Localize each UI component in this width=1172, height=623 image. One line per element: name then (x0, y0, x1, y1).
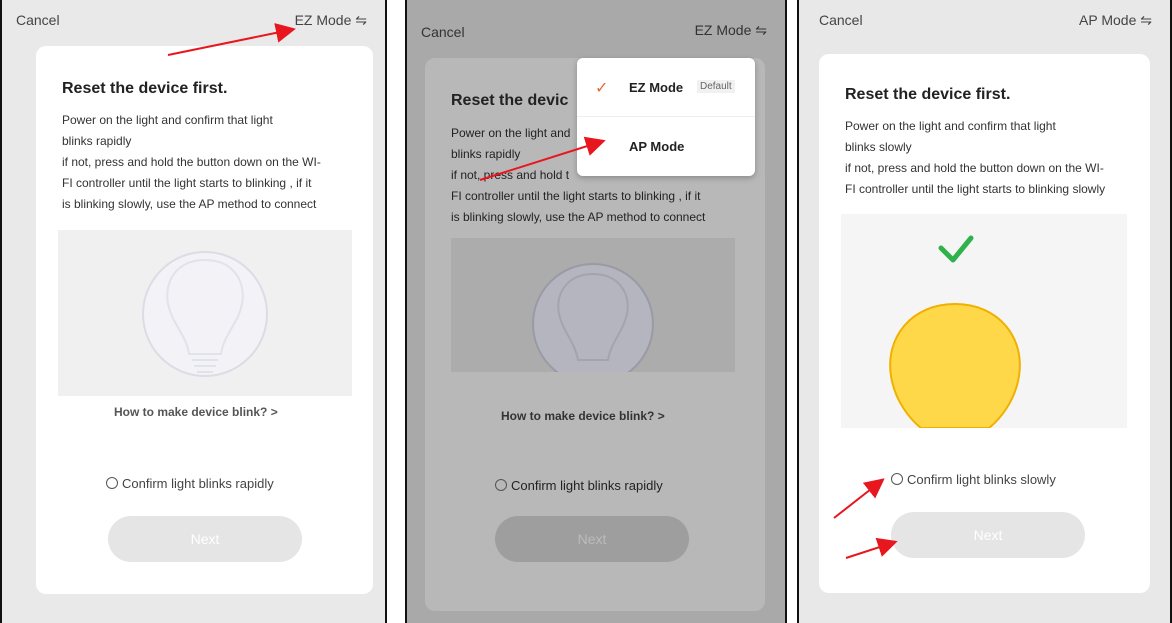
mode-switch-button[interactable]: AP Mode ⇋ (1079, 12, 1152, 29)
bulb-illustration (58, 230, 352, 396)
instructions: Power on the light and confirm that ligh… (845, 116, 1145, 200)
instruction-line: FI controller until the light starts to … (845, 182, 1106, 196)
radio-icon[interactable] (495, 479, 507, 491)
check-icon: ✓ (595, 80, 609, 97)
radio-icon[interactable] (106, 477, 118, 489)
mode-switch-button[interactable]: EZ Mode ⇋ (695, 22, 767, 39)
page-title: Reset the device first. (62, 80, 228, 97)
instruction-line: Power on the light and confirm that ligh… (62, 113, 273, 127)
instruction-line: if not, press and hold the button down o… (62, 155, 321, 169)
bulb-glow-icon (889, 302, 1021, 429)
bulb-illustration (451, 238, 735, 385)
confirm-radio[interactable]: Confirm light blinks rapidly (495, 478, 663, 493)
confirm-label: Confirm light blinks rapidly (122, 476, 274, 491)
radio-icon[interactable] (891, 473, 903, 485)
instruction-line: if not, press and hold the button down o… (845, 161, 1104, 175)
top-bar: Cancel EZ Mode ⇋ (407, 0, 785, 44)
reset-card: Reset the device first. Power on the lig… (36, 46, 373, 594)
instructions: Power on the light and confirm that ligh… (62, 110, 362, 215)
instruction-line: Power on the light and confirm that ligh… (845, 119, 1056, 133)
how-to-blink-link[interactable]: How to make device blink? > (501, 409, 665, 423)
instruction-line: blinks rapidly (62, 134, 132, 148)
menu-item-ap-mode[interactable]: AP Mode (577, 117, 755, 175)
screen-ap-mode: Cancel AP Mode ⇋ Reset the device first.… (797, 0, 1172, 623)
confirm-radio[interactable]: Confirm light blinks slowly (891, 472, 1056, 487)
reset-card: Reset the device first. Power on the lig… (819, 54, 1150, 593)
menu-item-label: AP Mode (629, 139, 685, 154)
check-icon (938, 235, 974, 263)
screen-ez-mode: Cancel EZ Mode ⇋ Reset the device first.… (0, 0, 387, 623)
instruction-line: FI controller until the light starts to … (62, 176, 312, 190)
menu-item-label: EZ Mode (629, 80, 684, 95)
instruction-line: blinks slowly (845, 140, 912, 154)
bulb-illustration (841, 214, 1127, 429)
bulb-outline-icon (532, 263, 654, 385)
top-bar: Cancel AP Mode ⇋ (799, 0, 1170, 44)
cancel-button[interactable]: Cancel (819, 12, 863, 28)
instruction-line: is blinking slowly, use the AP method to… (451, 210, 706, 224)
menu-item-ez-mode[interactable]: ✓ EZ Mode Default (577, 58, 755, 117)
top-bar: Cancel EZ Mode ⇋ (2, 0, 385, 44)
next-button[interactable]: Next (495, 516, 689, 562)
screen-mode-dropdown: Cancel EZ Mode ⇋ Reset the devic Power o… (405, 0, 787, 623)
mode-dropdown-menu: ✓ EZ Mode Default AP Mode (577, 58, 755, 176)
cancel-button[interactable]: Cancel (421, 24, 465, 40)
mode-switch-button[interactable]: EZ Mode ⇋ (295, 12, 367, 29)
page-title: Reset the devic (451, 92, 569, 109)
default-badge: Default (697, 80, 735, 93)
lit-bulb-icon (889, 235, 1021, 429)
cancel-button[interactable]: Cancel (16, 12, 60, 28)
instruction-line: FI controller until the light starts to … (451, 189, 701, 203)
confirm-label: Confirm light blinks slowly (907, 472, 1056, 487)
bulb-outline-icon (142, 251, 268, 377)
confirm-label: Confirm light blinks rapidly (511, 478, 663, 493)
how-to-blink-link[interactable]: How to make device blink? > (114, 405, 278, 419)
instruction-line: is blinking slowly, use the AP method to… (62, 197, 317, 211)
next-button[interactable]: Next (108, 516, 302, 562)
confirm-radio[interactable]: Confirm light blinks rapidly (106, 476, 274, 491)
page-title: Reset the device first. (845, 86, 1011, 103)
next-button[interactable]: Next (891, 512, 1085, 558)
